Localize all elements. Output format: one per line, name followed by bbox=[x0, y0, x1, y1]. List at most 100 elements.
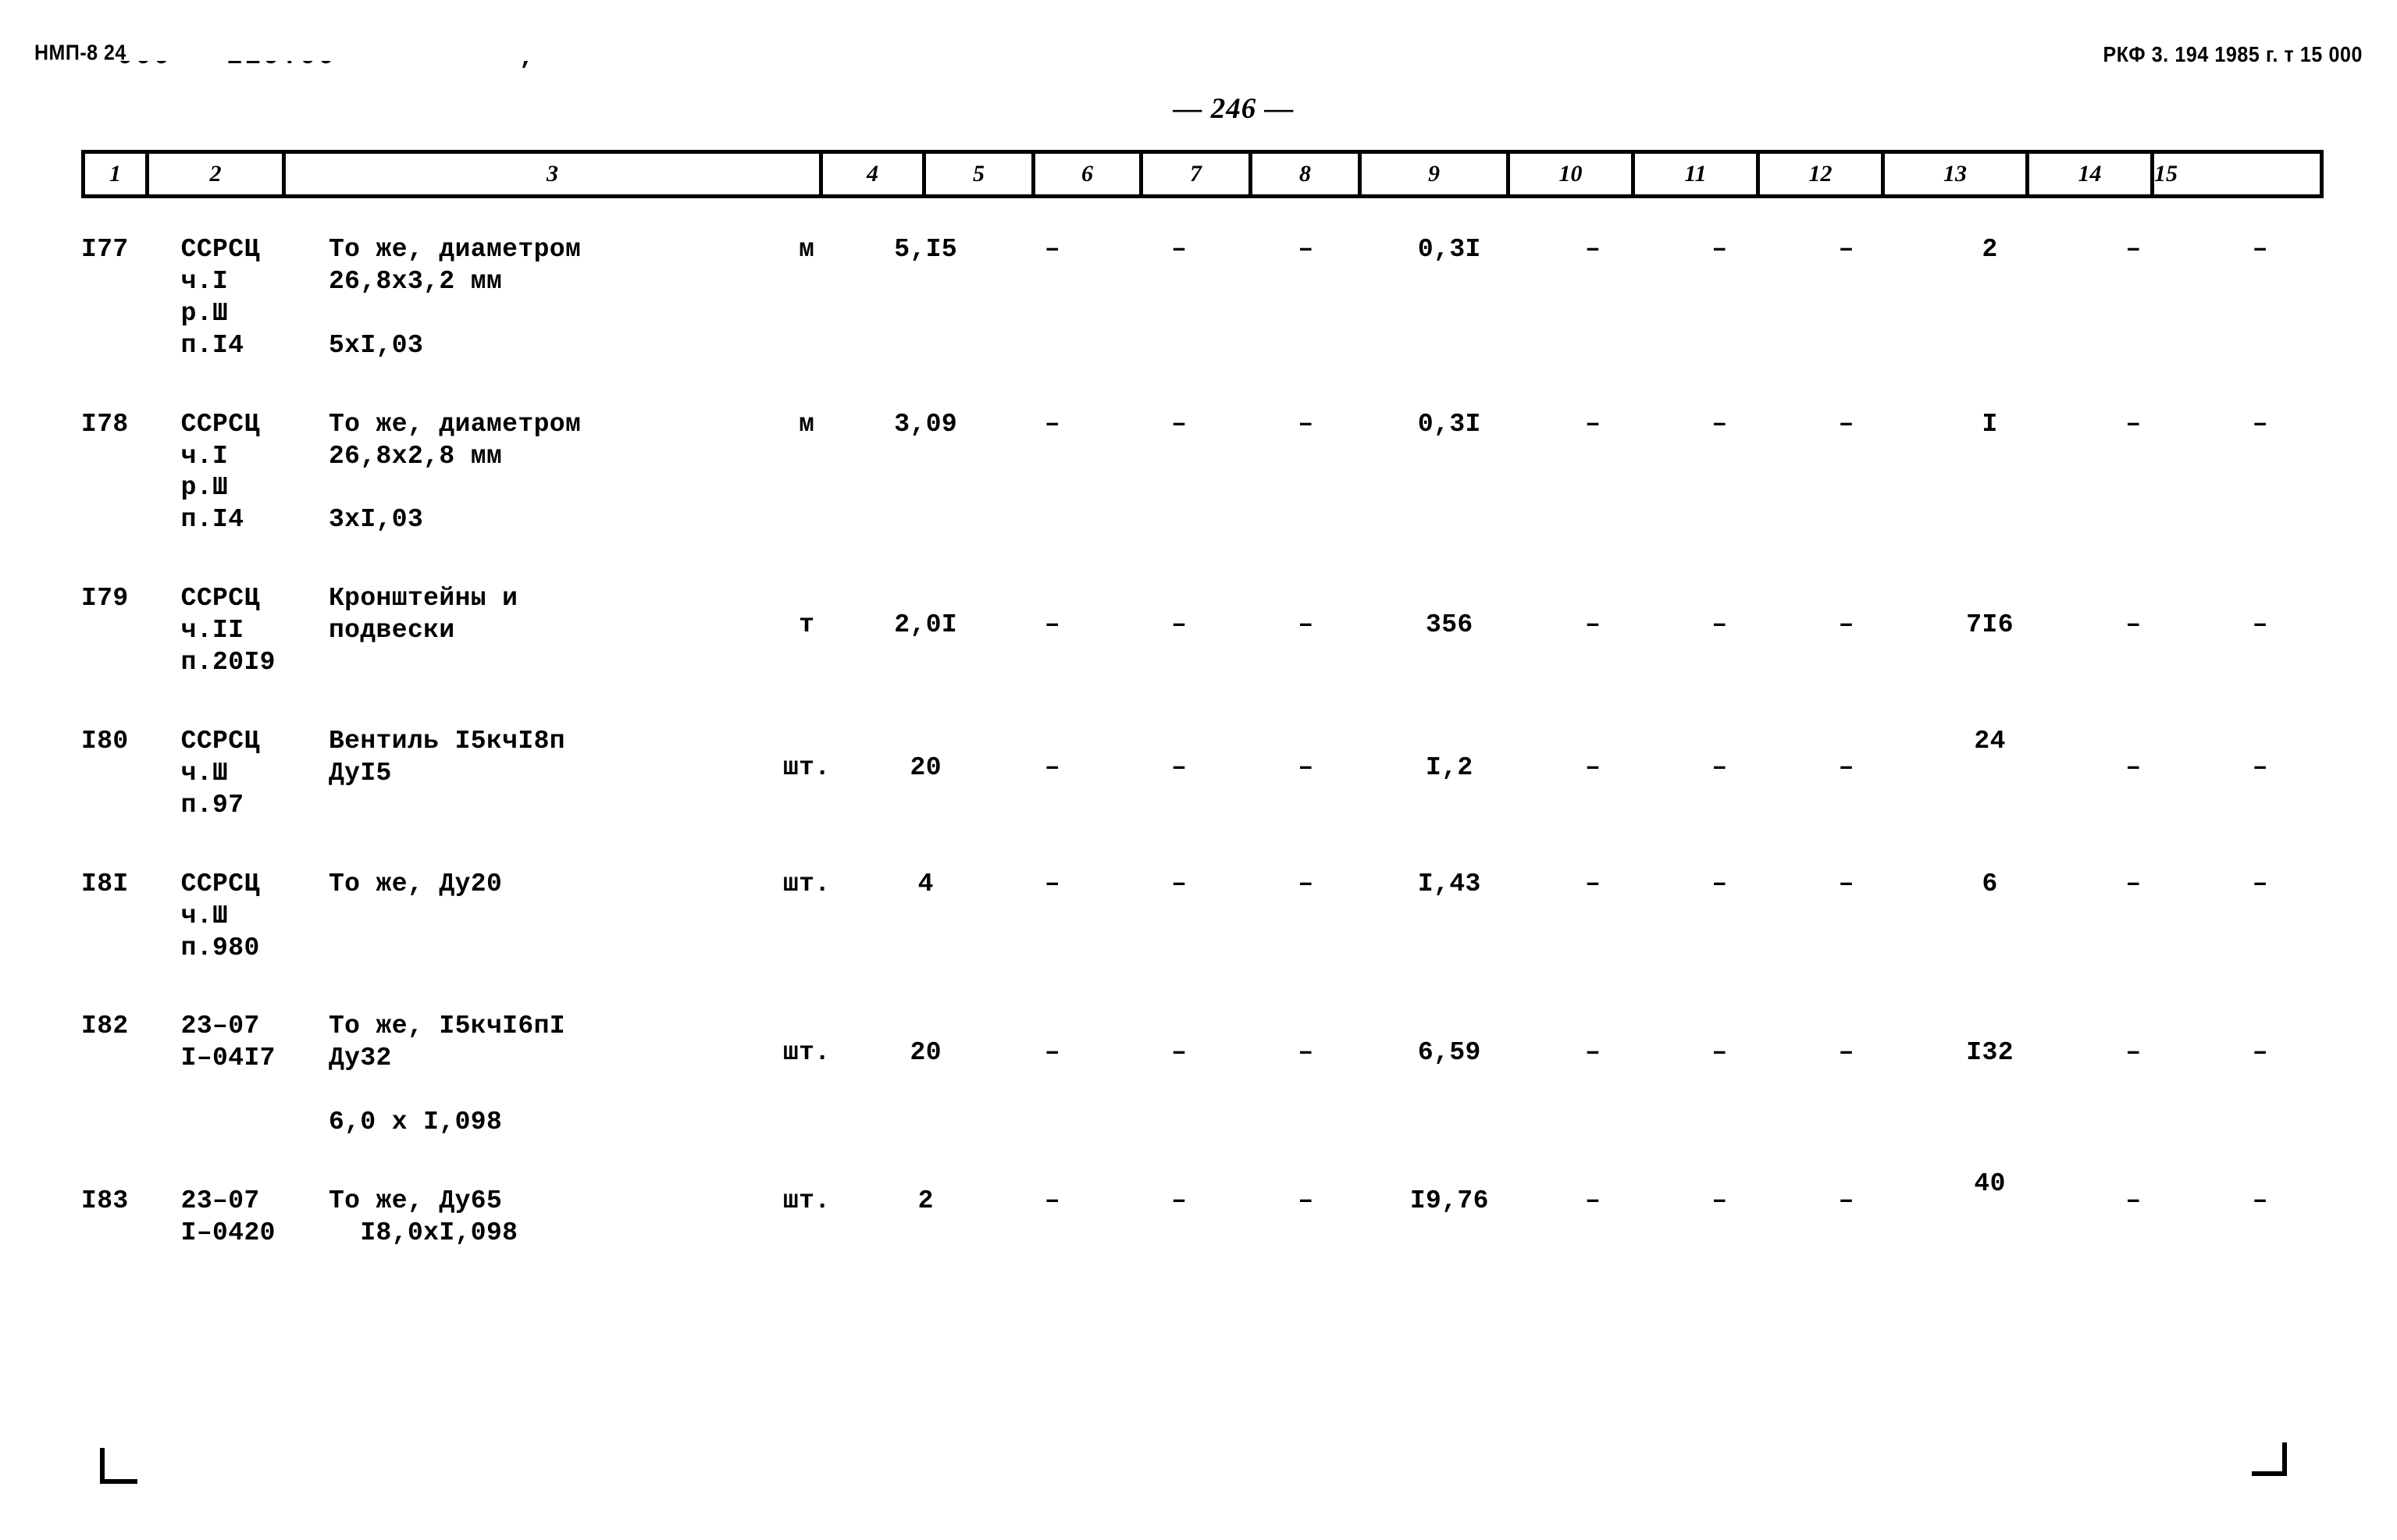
cell-col6-value: – bbox=[1044, 610, 1061, 640]
cell-col14: – bbox=[2070, 409, 2196, 537]
cell-col15: – bbox=[2197, 583, 2324, 679]
cell-col7: – bbox=[1116, 1186, 1242, 1250]
cell-col10-value: – bbox=[1585, 409, 1601, 439]
column-header-10: 10 bbox=[1510, 154, 1635, 194]
column-header-1: 1 bbox=[85, 154, 149, 194]
cell-col9: І,2 bbox=[1369, 726, 1530, 822]
cell-col13: І32 bbox=[1910, 1011, 2071, 1139]
cell-col5: 4 bbox=[863, 869, 989, 965]
cell-col6-value: – bbox=[1044, 409, 1061, 439]
cell-col5: 20 bbox=[863, 1011, 989, 1139]
cell-col5-value: 2,0І bbox=[894, 610, 958, 640]
cell-code: ССРСЦ ч.І р.Ш п.І4 bbox=[180, 409, 260, 535]
cell-col12: – bbox=[1783, 583, 1910, 679]
row-spacer bbox=[81, 822, 2324, 869]
cell-unit: м bbox=[751, 234, 863, 362]
column-header-6: 6 bbox=[1035, 154, 1143, 194]
cell-col13: І bbox=[1910, 409, 2071, 537]
cell-col6-value: – bbox=[1044, 1038, 1061, 1068]
cell-col9-value: І,43 bbox=[1417, 869, 1481, 898]
cell-col7: – bbox=[1116, 409, 1242, 537]
cell-col6: – bbox=[989, 409, 1116, 537]
cell-col9: 6,59 bbox=[1369, 1011, 1530, 1139]
cell-col13-value: 7І6 bbox=[1966, 610, 2014, 640]
cell-col6-value: – bbox=[1044, 235, 1061, 264]
cell-unit: шт. bbox=[751, 1186, 863, 1250]
cell-col7: – bbox=[1116, 583, 1242, 679]
cell-col14: – bbox=[2070, 1186, 2196, 1250]
cell-name: То же, І5кчІ6пІ Ду32 6,0 х І,098 bbox=[328, 1012, 565, 1137]
cell-unit: шт. bbox=[751, 869, 863, 965]
cell-col8: – bbox=[1242, 234, 1369, 362]
cell-col7-value: – bbox=[1171, 1038, 1188, 1068]
cell-unit: м bbox=[751, 409, 863, 537]
cell-col7-value: – bbox=[1171, 752, 1188, 782]
column-header-8: 8 bbox=[1252, 154, 1362, 194]
cell-col13: 40 bbox=[1910, 1169, 2071, 1250]
cell-col6: – bbox=[989, 1186, 1116, 1250]
cell-unit-value: шт. bbox=[782, 1186, 831, 1216]
cell-col11: – bbox=[1656, 869, 1783, 965]
cell-name: То же, Ду20 bbox=[328, 869, 503, 898]
cell-code: ССРСЦ ч.ІІ п.20І9 bbox=[180, 584, 276, 678]
cell-col11: – bbox=[1656, 1186, 1783, 1250]
cell-col12-value: – bbox=[1838, 1186, 1854, 1216]
cell-col8-value: – bbox=[1298, 869, 1314, 898]
cell-col13: 6 bbox=[1910, 869, 2071, 965]
cell-col14-value: – bbox=[2125, 1038, 2142, 1068]
table-row: І77 ССРСЦ ч.І р.Ш п.І4 То же, диаметром … bbox=[81, 234, 2324, 362]
cell-col13-value: 24 bbox=[1974, 726, 2006, 756]
table-row: І83 23–07 І–0420 То же, Ду65 І8,0хІ,098 … bbox=[81, 1169, 2324, 1250]
cell-unit-value: м bbox=[799, 409, 815, 439]
cell-col8: – bbox=[1242, 409, 1369, 537]
cell-col8: – bbox=[1242, 1186, 1369, 1250]
cell-col11-value: – bbox=[1711, 752, 1728, 782]
cell-col15: – bbox=[2197, 1011, 2324, 1139]
table-row: І82 23–07 І–04І7 То же, І5кчІ6пІ Ду32 6,… bbox=[81, 1011, 2324, 1139]
cell-col7: – bbox=[1116, 869, 1242, 965]
cell-name: Вентиль І5кчІ8п ДуІ5 bbox=[328, 726, 565, 788]
cell-col8: – bbox=[1242, 583, 1369, 679]
column-header-7: 7 bbox=[1143, 154, 1252, 194]
cell-col9: 0,3І bbox=[1369, 409, 1530, 537]
cell-col6-value: – bbox=[1044, 752, 1061, 782]
cell-col13-value: 6 bbox=[1982, 869, 1998, 898]
cell-col8-value: – bbox=[1298, 235, 1314, 264]
cell-col5-value: 20 bbox=[910, 1038, 942, 1068]
cell-unit: шт. bbox=[751, 1011, 863, 1139]
cell-col12-value: – bbox=[1838, 409, 1854, 439]
cell-col5: 20 bbox=[863, 726, 989, 822]
cell-col9-value: 6,59 bbox=[1417, 1038, 1481, 1068]
cell-col13-value: І bbox=[1982, 409, 1998, 439]
cell-col9-value: 0,3І bbox=[1417, 409, 1481, 439]
cell-col6-value: – bbox=[1044, 869, 1061, 898]
cell-col9: І9,76 bbox=[1369, 1186, 1530, 1250]
cell-col5-value: 4 bbox=[917, 869, 934, 898]
cell-col10: – bbox=[1530, 409, 1656, 537]
cell-col13: 2 bbox=[1910, 234, 2071, 362]
cell-position: І79 bbox=[81, 584, 129, 614]
cell-col7: – bbox=[1116, 1011, 1242, 1139]
cell-col12-value: – bbox=[1838, 869, 1854, 898]
cell-col8-value: – bbox=[1298, 1186, 1314, 1216]
cell-col14-value: – bbox=[2125, 869, 2142, 898]
cell-code: ССРСЦ ч.Ш п.980 bbox=[180, 869, 260, 962]
cell-col6: – bbox=[989, 1011, 1116, 1139]
cell-unit-value: шт. bbox=[782, 869, 831, 898]
cell-col8-value: – bbox=[1298, 752, 1314, 782]
cell-col10-value: – bbox=[1585, 235, 1601, 264]
column-header-13: 13 bbox=[1885, 154, 2029, 194]
cell-col15-value: – bbox=[2252, 869, 2268, 898]
cell-col9: І,43 bbox=[1369, 869, 1530, 965]
cell-col15: – bbox=[2197, 234, 2324, 362]
cell-col5: 2,0І bbox=[863, 583, 989, 679]
cell-col14: – bbox=[2070, 234, 2196, 362]
cell-col10: – bbox=[1530, 1186, 1656, 1250]
column-number-ruler: 1 2 3 4 5 6 7 8 9 10 11 12 13 14 15 bbox=[81, 150, 2324, 198]
cell-col8: – bbox=[1242, 726, 1369, 822]
row-spacer bbox=[81, 536, 2324, 583]
column-header-4: 4 bbox=[823, 154, 926, 194]
cell-col12: – bbox=[1783, 1011, 1910, 1139]
cell-col7-value: – bbox=[1171, 1186, 1188, 1216]
cell-position: І80 bbox=[81, 726, 129, 756]
